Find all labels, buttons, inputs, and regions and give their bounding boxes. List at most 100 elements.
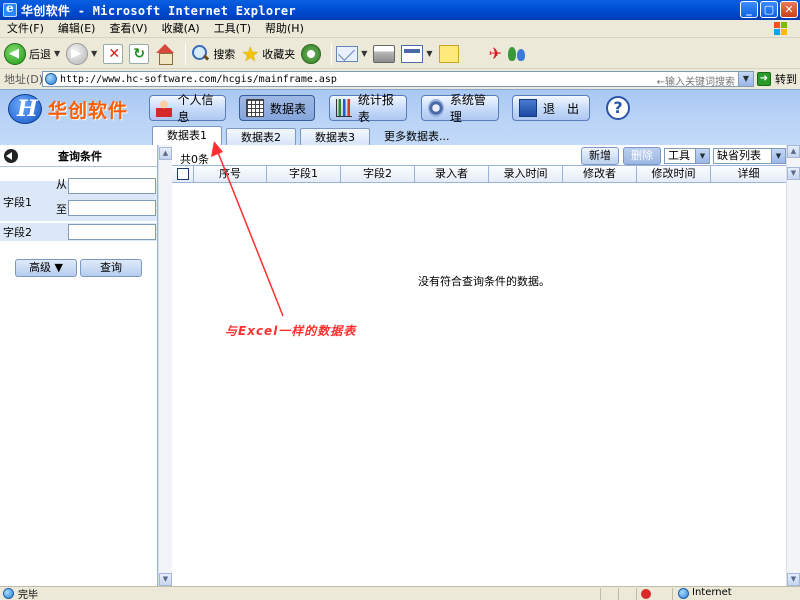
messenger-button[interactable] bbox=[507, 46, 525, 61]
note-icon bbox=[438, 44, 459, 63]
maximize-button[interactable]: ▢ bbox=[760, 1, 778, 18]
home-button[interactable] bbox=[155, 43, 175, 65]
delete-button[interactable]: 删除 bbox=[623, 147, 661, 165]
menu-help[interactable]: 帮助(H) bbox=[258, 20, 311, 38]
discuss-button[interactable] bbox=[438, 44, 459, 63]
close-button[interactable]: ✕ bbox=[780, 1, 798, 18]
column-header[interactable]: 录入时间 bbox=[489, 166, 563, 182]
grid-header: 序号 字段1 字段2 录入者 录入时间 修改者 修改时间 详细 bbox=[172, 165, 786, 183]
to-label: 至 bbox=[56, 203, 67, 216]
column-header[interactable]: 修改者 bbox=[563, 166, 637, 182]
view-select[interactable]: 缺省列表 ▼ bbox=[713, 148, 786, 164]
go-button[interactable]: ➜ 转到 bbox=[757, 71, 797, 87]
search-icon bbox=[190, 44, 210, 64]
tab-table3[interactable]: 数据表3 bbox=[300, 128, 370, 146]
select-all-cell[interactable] bbox=[172, 166, 194, 182]
search-button[interactable]: 搜索 bbox=[190, 44, 235, 64]
collapse-icon[interactable] bbox=[4, 148, 18, 163]
address-input[interactable]: http://www.hc-software.com/hcgis/mainfra… bbox=[42, 71, 754, 88]
view-select-value: 缺省列表 bbox=[717, 149, 761, 162]
window-titlebar: 华创软件 - Microsoft Internet Explorer _ ▢ ✕ bbox=[0, 0, 800, 20]
nav-personal-info[interactable]: 个人信息 bbox=[149, 93, 226, 124]
search-button[interactable]: 查询 bbox=[80, 259, 142, 277]
field1-to-input[interactable] bbox=[68, 200, 156, 216]
nav-system-admin[interactable]: 系统管理 bbox=[421, 93, 499, 124]
nav-data-table[interactable]: 数据表 bbox=[239, 95, 315, 121]
field2-label: 字段2 bbox=[3, 226, 32, 239]
panel-scrollbar[interactable]: ▲ ▼ bbox=[158, 145, 172, 586]
menu-tools[interactable]: 工具(T) bbox=[207, 20, 258, 38]
query-panel: 查询条件 字段1 从 至 字段2 高级 ▼ 查询 bbox=[0, 145, 172, 586]
printer-icon bbox=[373, 44, 396, 63]
status-bar: 完毕 Internet bbox=[0, 586, 800, 600]
forward-dropdown-icon[interactable]: ▼ bbox=[91, 49, 97, 58]
status-cell bbox=[618, 588, 636, 600]
research-button[interactable]: ✈ bbox=[489, 44, 502, 63]
address-url[interactable]: http://www.hc-software.com/hcgis/mainfra… bbox=[60, 74, 337, 85]
help-button[interactable]: ? bbox=[606, 96, 630, 120]
back-arrow-icon: ◀ bbox=[4, 42, 26, 65]
field2-row: 字段2 bbox=[0, 223, 157, 241]
new-button[interactable]: 新增 bbox=[581, 147, 619, 165]
mail-dropdown-icon[interactable]: ▼ bbox=[361, 49, 367, 58]
page-icon bbox=[45, 73, 57, 85]
column-header[interactable]: 修改时间 bbox=[637, 166, 711, 182]
history-button[interactable] bbox=[301, 43, 322, 64]
field1-from-input[interactable] bbox=[68, 178, 156, 194]
favorites-button[interactable]: ★ 收藏夹 bbox=[241, 44, 295, 64]
tab-table1[interactable]: 数据表1 bbox=[152, 126, 222, 146]
column-header[interactable]: 序号 bbox=[194, 166, 267, 182]
window-title: 华创软件 - Microsoft Internet Explorer bbox=[21, 3, 296, 18]
zone-label: Internet bbox=[692, 587, 732, 598]
favorites-label: 收藏夹 bbox=[262, 47, 296, 61]
menu-edit[interactable]: 编辑(E) bbox=[51, 20, 103, 38]
nav-statistics[interactable]: 统计报表 bbox=[329, 93, 407, 124]
field1-label: 字段1 bbox=[3, 196, 32, 209]
field2-input[interactable] bbox=[68, 224, 156, 240]
scroll-down-icon[interactable]: ▼ bbox=[159, 573, 172, 586]
toolbar-separator bbox=[185, 42, 187, 65]
grid-toolbar: 共0条 新增 删除 工具 ▼ 缺省列表 ▼ bbox=[172, 145, 786, 167]
edit-button[interactable]: ▼ bbox=[401, 44, 433, 63]
toolbar-separator bbox=[331, 42, 333, 65]
print-button[interactable] bbox=[373, 44, 396, 63]
close-icon: ✕ bbox=[784, 3, 794, 16]
tools-select[interactable]: 工具 ▼ bbox=[664, 148, 710, 164]
page-scrollbar[interactable]: ▲ ▼ ▼ bbox=[786, 145, 800, 586]
ie-icon bbox=[3, 1, 17, 17]
back-button[interactable]: ◀ 后退 ▼ bbox=[4, 42, 60, 65]
refresh-button[interactable]: ↻ bbox=[129, 43, 150, 64]
menu-favorites[interactable]: 收藏(A) bbox=[155, 20, 207, 38]
menu-view[interactable]: 查看(V) bbox=[102, 20, 154, 38]
scroll-down-icon[interactable]: ▼ bbox=[787, 573, 800, 586]
column-header[interactable]: 字段2 bbox=[341, 166, 415, 182]
scroll-down-icon[interactable]: ▼ bbox=[787, 167, 800, 180]
status-text: 完毕 bbox=[18, 590, 38, 600]
advanced-button[interactable]: 高级 ▼ bbox=[15, 259, 77, 277]
app-header: 华创软件 个人信息 数据表 统计报表 系统管理 退 出 ? 数据表1 数据表2 … bbox=[0, 89, 800, 146]
stop-button[interactable]: ✕ bbox=[103, 43, 124, 64]
select-all-checkbox[interactable] bbox=[176, 168, 189, 180]
field1-row: 字段1 从 至 bbox=[0, 178, 157, 221]
column-header[interactable]: 详细 bbox=[711, 166, 786, 182]
column-header[interactable]: 字段1 bbox=[267, 166, 341, 182]
scroll-up-icon[interactable]: ▲ bbox=[159, 147, 172, 160]
edit-dropdown-icon[interactable]: ▼ bbox=[426, 49, 432, 58]
address-dropdown-icon[interactable]: ▼ bbox=[738, 72, 753, 86]
messenger-icon bbox=[507, 46, 525, 61]
tab-more[interactable]: 更多数据表... bbox=[374, 128, 460, 146]
column-header[interactable]: 录入者 bbox=[415, 166, 489, 182]
nav-logout[interactable]: 退 出 bbox=[512, 95, 590, 121]
scroll-up-icon[interactable]: ▲ bbox=[787, 145, 800, 158]
mail-button[interactable]: ▼ bbox=[336, 45, 367, 62]
forward-button[interactable]: ▶ ▼ bbox=[66, 42, 97, 65]
back-dropdown-icon[interactable]: ▼ bbox=[54, 49, 60, 58]
nav-system-admin-label: 系统管理 bbox=[449, 93, 486, 124]
tab-table2[interactable]: 数据表2 bbox=[226, 128, 296, 146]
nav-logout-label: 退 出 bbox=[543, 101, 580, 116]
stop-icon: ✕ bbox=[103, 43, 124, 64]
minimize-icon: _ bbox=[746, 3, 752, 16]
back-label: 后退 bbox=[29, 47, 51, 61]
menu-file[interactable]: 文件(F) bbox=[0, 20, 51, 38]
minimize-button[interactable]: _ bbox=[740, 1, 758, 18]
